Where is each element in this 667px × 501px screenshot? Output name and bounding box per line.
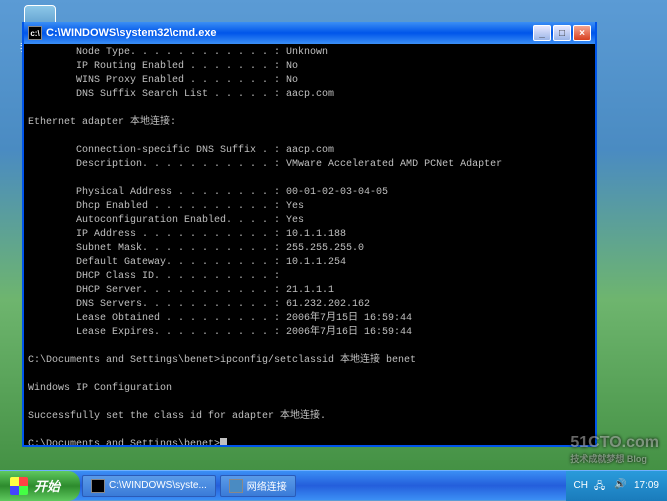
clock[interactable]: 17:09: [634, 480, 659, 491]
window-buttons: _ □ ×: [533, 25, 591, 41]
window-title: C:\WINDOWS\system32\cmd.exe: [46, 27, 533, 39]
watermark: 51CTO.com 技术成就梦想 Blog: [570, 434, 659, 465]
tray-volume-icon[interactable]: 🔊: [614, 479, 628, 493]
taskbar-item-label: 网络连接: [247, 478, 287, 493]
language-indicator[interactable]: CH: [574, 480, 588, 491]
start-label: 开始: [34, 476, 60, 495]
start-button[interactable]: 开始: [0, 471, 80, 501]
minimize-button[interactable]: _: [533, 25, 551, 41]
cmd-icon: c:\: [28, 26, 42, 40]
close-button[interactable]: ×: [573, 25, 591, 41]
watermark-text: 51CTO.com: [570, 434, 659, 452]
windows-flag-icon: [10, 477, 28, 495]
cmd-icon: [91, 479, 105, 493]
network-icon: [229, 479, 243, 493]
maximize-button[interactable]: □: [553, 25, 571, 41]
taskbar-item-label: C:\WINDOWS\syste...: [109, 480, 207, 491]
system-tray[interactable]: CH 🖧 🔊 17:09: [566, 471, 667, 501]
cmd-window: c:\ C:\WINDOWS\system32\cmd.exe _ □ × No…: [22, 22, 597, 447]
cmd-output[interactable]: Node Type. . . . . . . . . . . . : Unkno…: [24, 44, 595, 445]
watermark-sub: 技术成就梦想 Blog: [570, 452, 659, 465]
taskbar-item-cmd[interactable]: C:\WINDOWS\syste...: [82, 475, 216, 497]
taskbar: 开始 C:\WINDOWS\syste... 网络连接 CH 🖧 🔊 17:09: [0, 470, 667, 500]
cursor: [220, 438, 227, 445]
titlebar[interactable]: c:\ C:\WINDOWS\system32\cmd.exe _ □ ×: [24, 22, 595, 44]
tray-network-icon[interactable]: 🖧: [594, 479, 608, 493]
taskbar-item-network[interactable]: 网络连接: [220, 475, 296, 497]
